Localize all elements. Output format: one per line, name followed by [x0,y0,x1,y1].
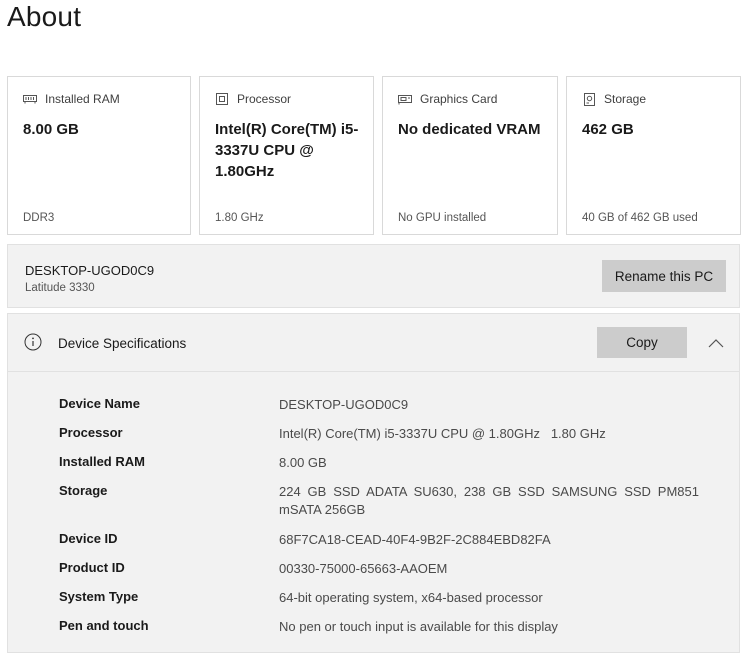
spec-key: Pen and touch [59,618,149,633]
card-label: Installed RAM [45,92,120,106]
device-specifications-title: Device Specifications [58,336,187,351]
card-value: 462 GB [582,121,634,138]
card-value: No dedicated VRAM [398,121,541,138]
spec-key: System Type [59,589,139,604]
spec-value: 224 GB SSD ADATA SU630, 238 GB SSD SAMSU… [279,484,699,517]
card-processor: Processor Intel(R) Core(TM) i5-3337U CPU… [199,76,374,235]
spec-key: Storage [59,483,108,498]
rename-pc-button[interactable]: Rename this PC [602,260,726,292]
processor-icon [215,93,229,105]
card-installed-ram: Installed RAM 8.00 GB DDR3 [7,76,191,235]
pc-name: DESKTOP-UGOD0C9 [25,263,155,278]
card-subtext: DDR3 [23,212,55,224]
card-subtext: 40 GB of 462 GB used [582,212,698,224]
card-subtext: No GPU installed [398,212,487,224]
spec-value: DESKTOP-UGOD0C9 [279,397,409,412]
chevron-up-icon[interactable] [708,335,724,348]
device-specifications-panel: Device Specifications Copy Device Name D… [7,313,740,653]
card-label: Storage [604,92,647,106]
info-icon [24,333,42,351]
spec-value: 00330-75000-65663-AAOEM [279,561,448,576]
memory-icon [23,93,37,105]
copy-button[interactable]: Copy [597,327,687,358]
spec-key: Product ID [59,560,125,575]
spec-value: No pen or touch input is available for t… [279,619,558,634]
device-specifications-header[interactable]: Device Specifications Copy [8,314,739,372]
spec-key: Installed RAM [59,454,145,469]
spec-key: Processor [59,425,123,440]
spec-key: Device ID [59,531,118,546]
card-storage: Storage 462 GB 40 GB of 462 GB used [566,76,741,235]
storage-icon [582,92,596,106]
graphics-card-icon [398,93,412,105]
card-label: Graphics Card [420,92,498,106]
spec-key: Device Name [59,396,140,411]
card-subtext: 1.80 GHz [215,212,264,224]
spec-value: 8.00 GB [279,455,327,470]
pc-name-bar: DESKTOP-UGOD0C9 Latitude 3330 Rename thi… [7,244,740,308]
spec-cards: Installed RAM 8.00 GB DDR3 Processor Int… [7,76,741,237]
spec-value: 64-bit operating system, x64-based proce… [279,590,543,605]
card-label: Processor [237,92,292,106]
page-title: About [7,1,82,32]
card-value: 8.00 GB [23,121,79,138]
pc-model: Latitude 3330 [25,282,95,294]
card-value: Intel(R) Core(TM) i5-3337U CPU @ 1.80GHz [215,121,359,180]
card-graphics: Graphics Card No dedicated VRAM No GPU i… [382,76,558,235]
spec-value: 68F7CA18-CEAD-40F4-9B2F-2C884EBD82FA [279,532,551,547]
spec-value: Intel(R) Core(TM) i5-3337U CPU @ 1.80GHz… [279,426,606,441]
